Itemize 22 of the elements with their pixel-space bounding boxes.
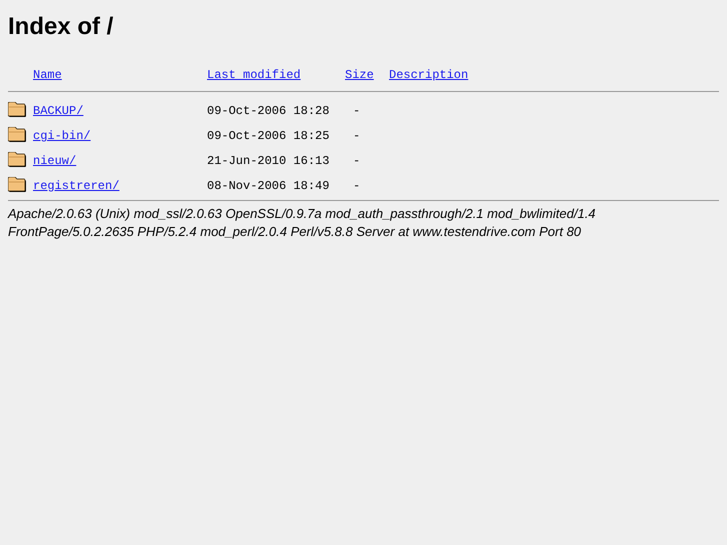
folder-icon	[8, 152, 28, 170]
file-size: -	[352, 178, 362, 195]
column-header-link[interactable]: Last modified	[207, 66, 301, 84]
column-header-link[interactable]: Size	[345, 66, 374, 84]
folder-icon	[8, 127, 28, 144]
modified-date: 09-Oct-2006 18:25	[207, 128, 330, 145]
folder-link[interactable]: registreren/	[33, 176, 120, 195]
folder-icon	[8, 177, 28, 194]
file-size: -	[352, 102, 362, 120]
folder-link[interactable]: cgi-bin/	[33, 126, 91, 145]
modified-date: 08-Nov-2006 18:49	[207, 178, 330, 195]
page-title: Index of /	[8, 14, 114, 40]
folder-icon	[8, 102, 28, 120]
server-signature: Apache/2.0.63 (Unix) mod_ssl/2.0.63 OpenSSL/0.9.7a mod_auth_passthrough/2.1 mod_bwlimited/1.4 FrontPage/5.0.2.2635 PHP/5.2.4 mod_perl/2.0.4 Perl/v5.8.8 Server at www.testendrive.com Port 80	[8, 205, 597, 242]
file-size: -	[352, 128, 362, 145]
column-header-link[interactable]: Name	[33, 66, 62, 84]
folder-link[interactable]: nieuw/	[33, 152, 76, 170]
modified-date: 09-Oct-2006 18:28	[207, 102, 330, 120]
column-header-link[interactable]: Description	[389, 66, 468, 84]
folder-link[interactable]: BACKUP/	[33, 102, 84, 120]
file-size: -	[352, 152, 362, 170]
modified-date: 21-Jun-2010 16:13	[207, 152, 330, 170]
